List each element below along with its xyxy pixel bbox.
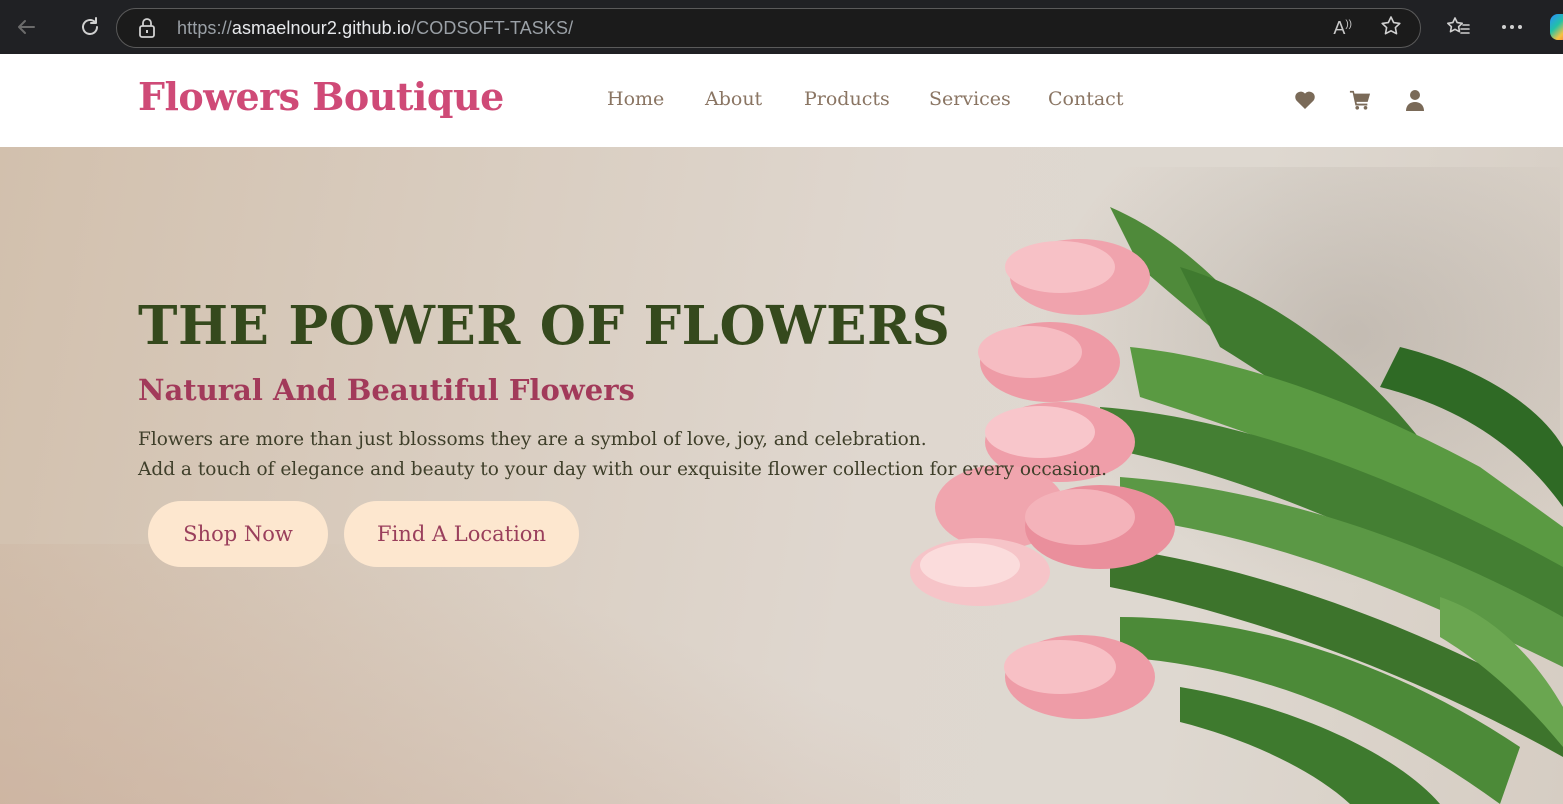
site-header: Flowers Boutique Home About Products Ser… — [0, 54, 1563, 147]
user-icon[interactable] — [1404, 89, 1426, 111]
url-prefix: https:// — [177, 17, 232, 38]
read-aloud-label: A — [1333, 17, 1346, 38]
hero-description-line-1: Flowers are more than just blossoms they… — [138, 429, 927, 450]
url-host: asmaelnour2.github.io — [231, 17, 412, 38]
read-aloud-icon[interactable]: A)) — [1333, 18, 1352, 39]
hero-title: THE POWER OF FLOWERS — [138, 295, 951, 357]
back-arrow-icon[interactable] — [8, 9, 44, 45]
nav-about[interactable]: About — [705, 88, 762, 110]
header-actions — [1294, 89, 1426, 111]
nav-products[interactable]: Products — [804, 88, 890, 110]
more-menu-icon[interactable] — [1494, 9, 1530, 45]
lock-icon[interactable] — [137, 18, 157, 38]
hero-background-shade — [0, 544, 900, 804]
reload-icon[interactable] — [72, 9, 108, 45]
browser-toolbar: https://asmaelnour2.github.io/CODSOFT-TA… — [0, 0, 1563, 54]
favorite-star-icon[interactable] — [1380, 15, 1402, 41]
hero-description: Flowers are more than just blossoms they… — [138, 425, 1107, 485]
find-location-button[interactable]: Find A Location — [344, 501, 579, 567]
hero-description-line-2: Add a touch of elegance and beauty to yo… — [138, 459, 1108, 480]
favorites-list-icon[interactable] — [1440, 9, 1476, 45]
cart-icon[interactable] — [1349, 89, 1371, 111]
address-bar[interactable]: https://asmaelnour2.github.io/CODSOFT-TA… — [116, 8, 1421, 48]
hero-section: THE POWER OF FLOWERS Natural And Beautif… — [0, 147, 1563, 804]
nav-home[interactable]: Home — [607, 88, 664, 110]
nav-contact[interactable]: Contact — [1048, 88, 1123, 110]
hero-subtitle: Natural And Beautiful Flowers — [138, 373, 635, 407]
nav-services[interactable]: Services — [929, 88, 1011, 110]
url-text[interactable]: https://asmaelnour2.github.io/CODSOFT-TA… — [177, 18, 573, 39]
heart-icon[interactable] — [1294, 89, 1316, 111]
url-path: /CODSOFT-TASKS/ — [411, 17, 574, 38]
shop-now-button[interactable]: Shop Now — [148, 501, 328, 567]
copilot-icon[interactable] — [1550, 14, 1563, 40]
site-logo[interactable]: Flowers Boutique — [138, 74, 504, 119]
